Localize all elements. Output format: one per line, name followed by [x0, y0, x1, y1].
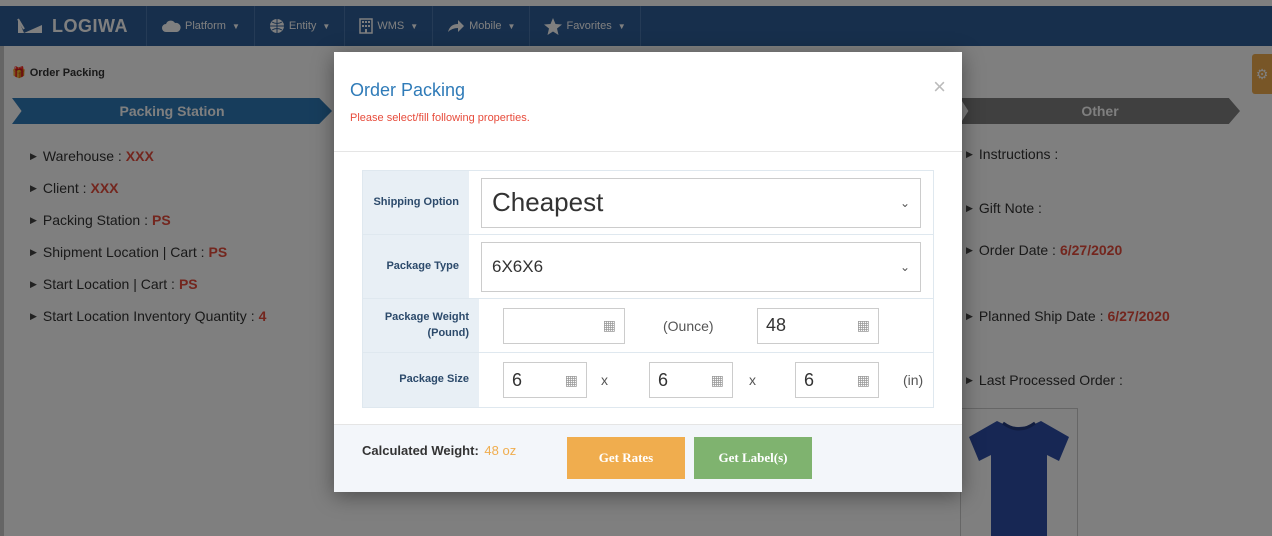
package-size-cell: 6 ▦ x 6 ▦ x 6 ▦ (in) [479, 353, 933, 407]
order-packing-modal: Order Packing Please select/fill followi… [334, 52, 962, 492]
modal-header: Order Packing Please select/fill followi… [334, 52, 962, 152]
size-unit-label: (in) [903, 372, 924, 388]
get-labels-button[interactable]: Get Label(s) [694, 437, 812, 479]
row-package-type: Package Type 6X6X6 ⌄ [363, 235, 933, 299]
calculator-icon: ▦ [710, 371, 724, 388]
package-size-x-input[interactable]: 6 ▦ [503, 362, 587, 398]
package-type-cell: 6X6X6 ⌄ [469, 235, 933, 298]
size-separator: x [749, 372, 756, 388]
size-separator: x [601, 372, 608, 388]
row-shipping-option: Shipping Option Cheapest ⌄ [363, 171, 933, 235]
row-package-weight: Package Weight (Pound) ▦ (Ounce) 48 ▦ [363, 299, 933, 353]
chevron-down-icon: ⌄ [899, 259, 910, 274]
ounce-unit-label: (Ounce) [663, 317, 714, 334]
row-package-size: Package Size 6 ▦ x 6 ▦ x 6 ▦ (in) [363, 353, 933, 407]
package-type-value: 6X6X6 [492, 256, 544, 276]
shipping-option-label: Shipping Option [363, 171, 469, 234]
calculated-weight-value: 48 oz [484, 443, 517, 458]
size-y-value: 6 [658, 369, 669, 390]
package-size-y-input[interactable]: 6 ▦ [649, 362, 733, 398]
size-x-value: 6 [512, 369, 523, 390]
shipping-option-select[interactable]: Cheapest ⌄ [481, 177, 921, 228]
package-type-select[interactable]: 6X6X6 ⌄ [481, 241, 921, 292]
calculator-icon: ▦ [856, 371, 870, 388]
modal-footer: Calculated Weight: 48 oz Get Rates Get L… [334, 424, 962, 492]
calculator-icon: ▦ [564, 371, 578, 388]
calculator-icon: ▦ [602, 317, 616, 333]
package-size-label: Package Size [363, 353, 479, 407]
close-icon[interactable]: × [933, 74, 946, 100]
package-size-z-input[interactable]: 6 ▦ [795, 362, 879, 398]
size-z-value: 6 [804, 369, 815, 390]
shipping-option-cell: Cheapest ⌄ [469, 171, 933, 234]
calculated-weight-label: Calculated Weight: [362, 443, 479, 458]
modal-title: Order Packing [350, 80, 466, 100]
modal-subtitle: Please select/fill following properties. [350, 112, 530, 124]
get-rates-button[interactable]: Get Rates [567, 437, 685, 479]
packing-form: Shipping Option Cheapest ⌄ Package Type … [362, 170, 934, 408]
shipping-option-value: Cheapest [492, 187, 604, 217]
package-type-label: Package Type [363, 235, 469, 298]
package-weight-pound-input[interactable]: ▦ [503, 307, 625, 344]
package-weight-label: Package Weight (Pound) [363, 299, 479, 352]
ounce-value: 48 [766, 315, 787, 335]
calculator-icon: ▦ [856, 317, 870, 333]
chevron-down-icon: ⌄ [899, 195, 910, 210]
calculated-weight: Calculated Weight: 48 oz [362, 443, 516, 458]
package-weight-cell: ▦ (Ounce) 48 ▦ [479, 299, 933, 352]
package-weight-ounce-input[interactable]: 48 ▦ [757, 307, 879, 344]
backdrop-edge [0, 46, 4, 536]
